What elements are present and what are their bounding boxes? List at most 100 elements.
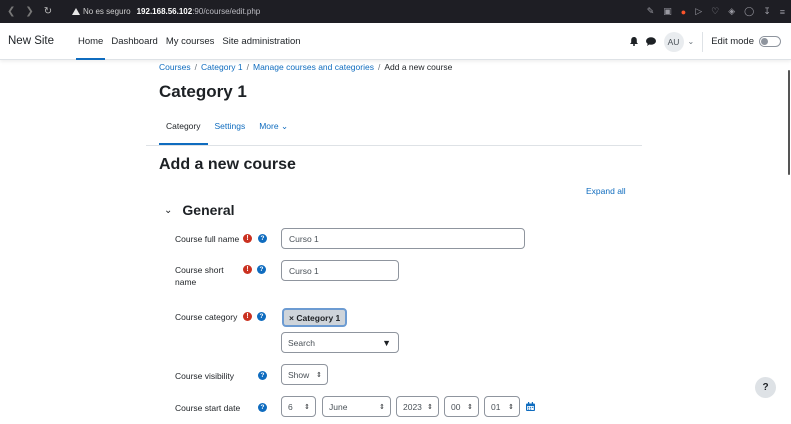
start-date-hour-value: 00 [451, 401, 461, 412]
tab-more[interactable]: More ⌄ [252, 115, 295, 145]
edit-mode-toggle[interactable] [759, 36, 781, 47]
messages-icon[interactable] [645, 37, 656, 46]
help-icon[interactable]: ? [258, 234, 267, 243]
start-date-year-value: 2023 [403, 401, 422, 412]
course-visibility-select[interactable]: Show ⇕ [281, 364, 328, 385]
general-section-title: General [182, 202, 235, 218]
breadcrumb-category-1[interactable]: Category 1 [201, 62, 243, 72]
course-short-name-label: Course short name [175, 264, 224, 288]
tab-settings[interactable]: Settings [208, 115, 253, 145]
start-date-minute-value: 01 [491, 401, 501, 412]
help-floating-button[interactable]: ? [755, 377, 776, 398]
category-search-placeholder: Search [288, 337, 315, 348]
start-date-day-select[interactable]: 6 ⇕ [281, 396, 316, 417]
user-menu-chevron-icon[interactable]: ⌄ [688, 37, 695, 46]
help-icon[interactable]: ? [257, 265, 266, 274]
select-arrows-icon: ⇕ [379, 403, 385, 411]
secondary-nav-divider [146, 145, 642, 146]
course-visibility-value: Show [288, 369, 310, 380]
select-arrows-icon: ⇕ [304, 403, 310, 411]
course-start-date-label: Course start date [175, 403, 241, 413]
navbar-divider [702, 31, 704, 52]
general-section-toggle[interactable]: ⌄ General [164, 202, 235, 218]
browser-extension-icons: ✎ ▣ ● ▷ ♡ ◈ ◯ ↧ ≡ [647, 0, 785, 23]
select-arrows-icon: ⇕ [316, 371, 322, 379]
top-navbar: New Site Home Dashboard My courses Site … [0, 23, 791, 60]
page-scrollbar[interactable] [788, 70, 790, 175]
primary-navigation: Home Dashboard My courses Site administr… [74, 23, 305, 60]
share-icon[interactable]: ✎ [647, 6, 655, 17]
secondary-navigation: Category Settings More ⌄ [159, 115, 295, 145]
download-icon[interactable]: ↧ [763, 6, 771, 17]
chevron-down-icon: ⌄ [164, 204, 173, 216]
address-bar[interactable]: 192.168.56.102:90/course/edit.php [137, 7, 261, 16]
select-arrows-icon: ⇕ [427, 403, 433, 411]
breadcrumb: Courses / Category 1/Manage courses and ca… [159, 62, 452, 72]
help-icon[interactable]: ? [258, 403, 267, 412]
expand-all-link[interactable]: Expand all [586, 186, 626, 196]
browser-toolbar: ❮ ❯ ↻ No es seguro 192.168.56.102:90/cou… [0, 0, 791, 23]
course-short-name-label-line2: name [175, 277, 197, 287]
form-heading: Add a new course [159, 156, 296, 173]
course-full-name-required: ! [243, 234, 252, 243]
navbar-user-area: AU ⌄ Edit mode [629, 23, 781, 60]
course-category-label: Course category [175, 312, 238, 322]
required-icon: ! [243, 265, 252, 274]
help-icon[interactable]: ? [257, 312, 266, 321]
course-start-date-icons: ? [258, 403, 267, 412]
browser-nav-buttons: ❮ ❯ ↻ [0, 6, 68, 17]
course-full-name-input[interactable]: Curso 1 [281, 228, 525, 249]
course-short-name-icons: ! ? [243, 265, 266, 274]
required-icon: ! [243, 312, 252, 321]
start-date-hour-select[interactable]: 00 ⇕ [444, 396, 479, 417]
profile-icon[interactable]: ◯ [744, 6, 754, 17]
breadcrumb-manage-courses[interactable]: Manage courses and categories [253, 62, 374, 72]
selected-category-chip[interactable]: × Category 1 [282, 308, 348, 327]
calendar-icon[interactable] [526, 402, 535, 411]
breadcrumb-current: Add a new course [384, 62, 453, 72]
start-date-year-select[interactable]: 2023 ⇕ [396, 396, 439, 417]
start-date-month-value: June [329, 401, 348, 412]
send-icon[interactable]: ▷ [695, 6, 702, 17]
security-indicator[interactable]: No es seguro [72, 7, 131, 16]
nav-my-courses[interactable]: My courses [162, 23, 219, 60]
course-short-name-label-line1: Course short [175, 265, 224, 275]
user-avatar[interactable]: AU [663, 31, 684, 52]
forward-icon[interactable]: ❯ [25, 6, 33, 17]
url-host: 192.168.56.102 [136, 7, 193, 16]
dropdown-arrow-icon: ▼ [382, 337, 391, 348]
start-date-month-select[interactable]: June ⇕ [322, 396, 391, 417]
warning-icon [72, 8, 80, 15]
breadcrumb-separator: / [194, 62, 198, 72]
course-category-icons: ! ? [243, 312, 266, 321]
course-visibility-label: Course visibility [175, 371, 235, 381]
edit-mode-control: Edit mode [711, 36, 781, 47]
required-icon: ! [243, 234, 252, 243]
nav-site-administration[interactable]: Site administration [218, 23, 304, 60]
help-icon[interactable]: ? [258, 371, 267, 380]
course-full-name-icons: ? [258, 234, 267, 243]
menu-icon[interactable]: ≡ [780, 7, 785, 17]
site-brand[interactable]: New Site [0, 35, 74, 47]
start-date-day-value: 6 [288, 401, 293, 412]
screenshot-icon[interactable]: ▣ [663, 6, 672, 17]
security-label: No es seguro [83, 7, 131, 16]
edit-mode-label: Edit mode [711, 36, 754, 47]
course-visibility-icons: ? [258, 371, 267, 380]
heart-icon[interactable]: ♡ [711, 6, 719, 17]
start-date-minute-select[interactable]: 01 ⇕ [484, 396, 520, 417]
reload-icon[interactable]: ↻ [44, 6, 52, 17]
breadcrumb-separator: / [377, 62, 381, 72]
course-short-name-input[interactable]: Curso 1 [281, 260, 399, 281]
brave-shield-icon[interactable]: ● [681, 7, 686, 17]
extensions-icon[interactable]: ◈ [728, 6, 735, 17]
url-path: :90/course/edit.php [192, 7, 261, 16]
back-icon[interactable]: ❮ [7, 6, 15, 17]
tab-category[interactable]: Category [159, 115, 208, 145]
category-search-select[interactable]: Search ▼ [281, 332, 399, 353]
breadcrumb-courses[interactable]: Courses [159, 62, 191, 72]
nav-dashboard[interactable]: Dashboard [107, 23, 161, 60]
notifications-bell-icon[interactable] [629, 37, 638, 46]
breadcrumb-separator: / [246, 62, 249, 72]
nav-home[interactable]: Home [74, 23, 107, 60]
